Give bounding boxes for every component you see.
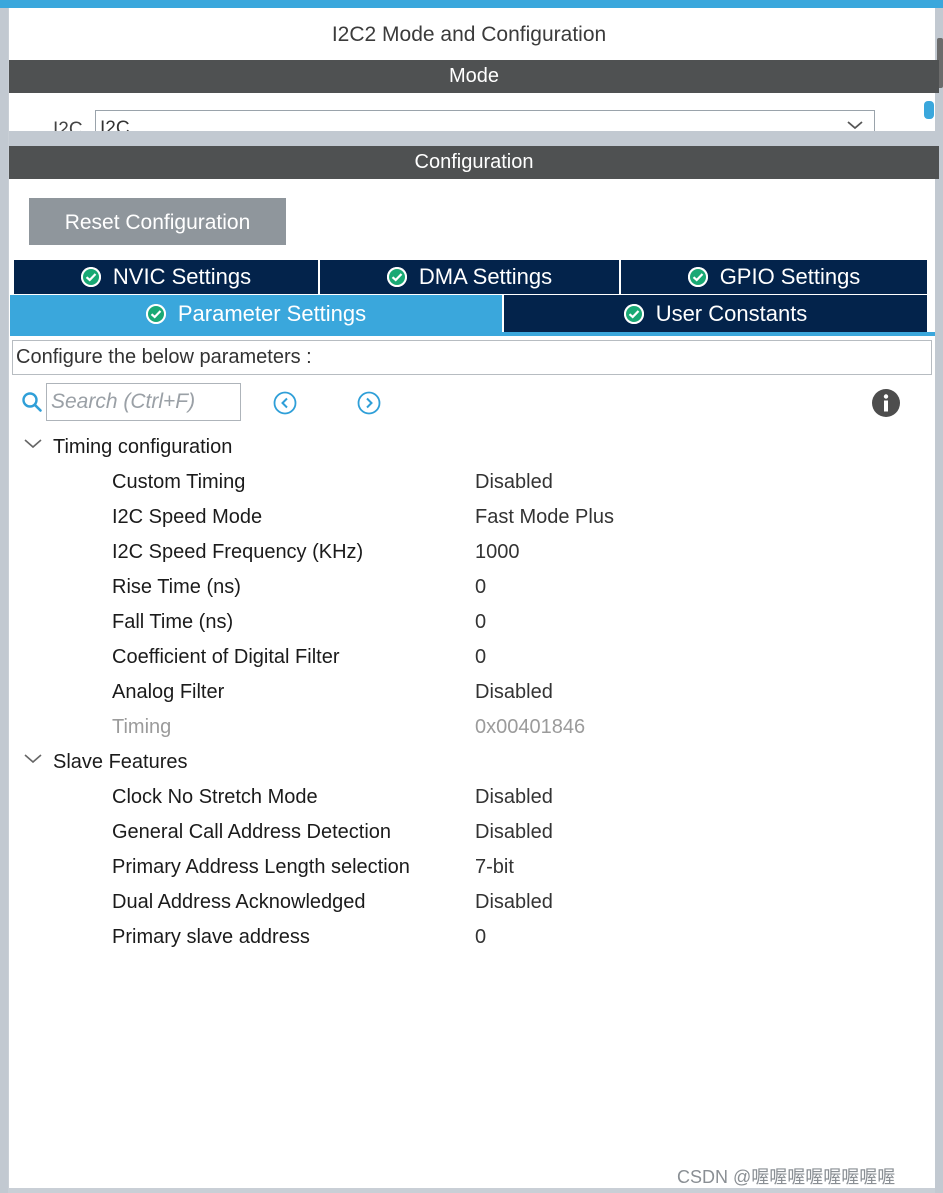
mode-header: Mode [9,60,939,93]
param-name: Clock No Stretch Mode [112,786,318,808]
search-input[interactable]: Search (Ctrl+F) [46,383,241,421]
param-value[interactable]: 7-bit [475,855,514,879]
split-divider[interactable] [9,131,939,146]
tab-gpio-settings[interactable]: GPIO Settings [621,260,927,294]
mode-select-value: I2C [100,118,130,131]
param-value[interactable]: 1000 [475,540,520,564]
tab-dma-settings[interactable]: DMA Settings [320,260,619,294]
mode-panel: I2C I2C [9,93,919,131]
chevron-down-icon[interactable] [23,437,43,456]
tab-nvic-label: NVIC Settings [112,264,252,289]
check-circle-icon [145,303,166,324]
reset-configuration-button[interactable]: Reset Configuration [29,198,286,245]
param-value[interactable]: Disabled [475,470,553,494]
param-value[interactable]: Disabled [475,785,553,809]
configuration-header: Configuration [9,146,939,179]
param-value[interactable]: Disabled [475,680,553,704]
param-name: Dual Address Acknowledged [112,891,366,913]
top-accent-bar [0,0,943,8]
param-value[interactable]: 0 [475,925,486,949]
check-circle-icon [687,267,708,287]
param-name: Timing [112,716,172,738]
tab-underline [10,332,935,336]
param-value[interactable]: 0 [475,610,486,634]
check-circle-icon [80,267,101,287]
param-name: Analog Filter [112,681,225,703]
mode-scrollbar[interactable] [921,93,935,131]
param-value[interactable]: Disabled [475,890,553,914]
mode-scrollbar-thumb[interactable] [924,101,934,119]
chevron-down-icon[interactable] [23,752,43,771]
mode-label: I2C [53,119,83,131]
instruction-text: Configure the below parameters : [12,340,932,375]
param-name: Coefficient of Digital Filter [112,646,340,668]
check-circle-icon [386,267,407,287]
param-name: Rise Time (ns) [112,576,241,598]
mode-select[interactable]: I2C [95,110,875,131]
tab-nvic-settings[interactable]: NVIC Settings [14,260,318,294]
param-value[interactable]: Disabled [475,820,553,844]
param-value: 0x00401846 [475,716,586,738]
param-name: Primary slave address [112,926,310,948]
param-value[interactable]: 0 [475,645,486,669]
chevron-right-icon[interactable] [356,390,382,421]
tab-parameter-label: Parameter Settings [177,300,367,326]
window-title: I2C2 Mode and Configuration [331,23,607,46]
param-name: Custom Timing [112,471,246,493]
tab-user-label: User Constants [655,300,808,326]
chevron-down-icon [846,118,864,131]
param-value[interactable]: Fast Mode Plus [475,505,614,529]
group-title[interactable]: Slave Features [53,750,188,774]
search-icon[interactable] [21,391,43,418]
param-value[interactable]: 0 [475,575,486,599]
group-title[interactable]: Timing configuration [53,435,232,459]
tab-parameter-settings[interactable]: Parameter Settings [10,295,502,332]
tab-gpio-label: GPIO Settings [719,264,861,289]
watermark: CSDN @喔喔喔喔喔喔喔喔 [677,1167,896,1187]
check-circle-icon [623,303,644,324]
param-name: Primary Address Length selection [112,856,410,878]
chevron-left-icon[interactable] [272,390,298,421]
tab-user-constants[interactable]: User Constants [504,295,927,332]
param-name: Fall Time (ns) [112,611,234,633]
left-border [0,8,8,1193]
param-name: I2C Speed Mode [112,506,263,528]
tab-dma-label: DMA Settings [418,264,553,289]
param-name: I2C Speed Frequency (KHz) [112,541,364,563]
right-scrollbar-track[interactable] [935,8,943,1193]
info-icon[interactable] [871,388,901,423]
param-name: General Call Address Detection [112,821,392,843]
